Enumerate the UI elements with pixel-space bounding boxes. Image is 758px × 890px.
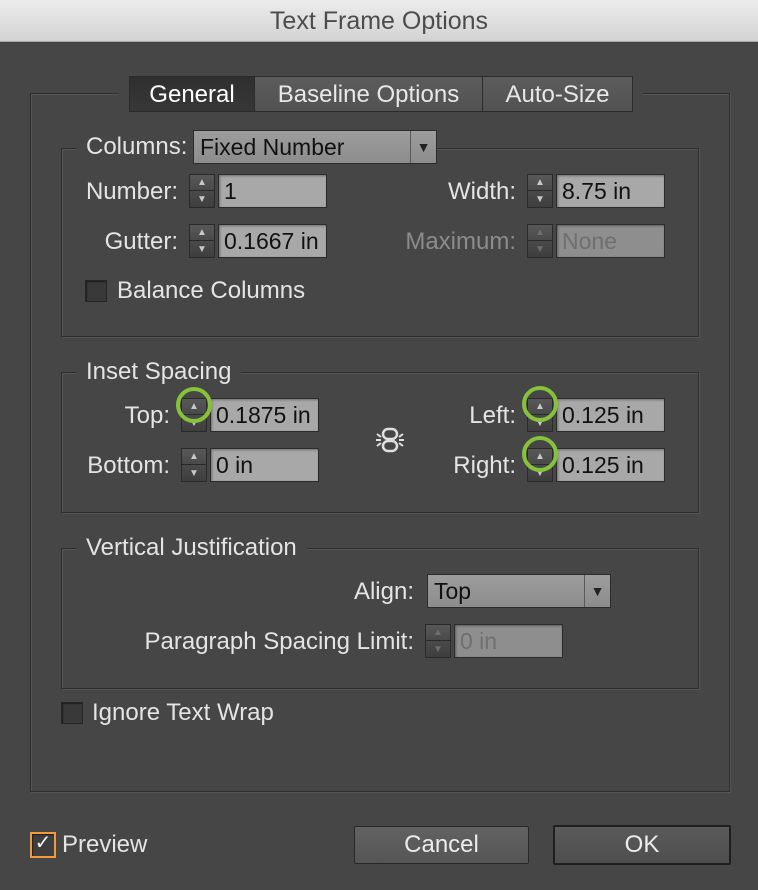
- up-arrow-icon[interactable]: ▲: [190, 225, 214, 241]
- down-arrow-icon[interactable]: ▼: [190, 191, 214, 207]
- width-label: Width:: [447, 178, 516, 205]
- number-label: Number:: [85, 178, 178, 205]
- right-label: Right:: [453, 452, 516, 479]
- chevron-down-icon: ▼: [410, 131, 436, 163]
- columns-legend: Columns:: [76, 132, 198, 162]
- down-arrow-icon: ▼: [426, 641, 450, 657]
- down-arrow-icon[interactable]: ▼: [190, 241, 214, 257]
- vertical-justification-legend: Vertical Justification: [76, 533, 307, 563]
- bottom-label: Bottom:: [87, 452, 170, 479]
- columns-mode-value: Fixed Number: [200, 134, 345, 160]
- preview-label[interactable]: Preview: [62, 830, 147, 860]
- number-stepper[interactable]: ▲ ▼: [189, 174, 215, 208]
- cancel-button[interactable]: Cancel: [354, 826, 529, 864]
- chevron-down-icon: ▼: [584, 575, 610, 607]
- top-input[interactable]: 0.1875 in: [210, 398, 319, 432]
- tab-bar: General Baseline Options Auto-Size: [129, 76, 633, 112]
- down-arrow-icon[interactable]: ▼: [528, 191, 552, 207]
- tab-auto-size[interactable]: Auto-Size: [483, 76, 633, 112]
- up-arrow-icon: ▲: [426, 625, 450, 641]
- down-arrow-icon[interactable]: ▼: [182, 465, 206, 481]
- up-arrow-icon[interactable]: ▲: [528, 175, 552, 191]
- left-input[interactable]: 0.125 in: [556, 398, 665, 432]
- highlight-ring: [522, 386, 558, 422]
- columns-mode-select[interactable]: Fixed Number ▼: [193, 130, 437, 164]
- up-arrow-icon[interactable]: ▲: [190, 175, 214, 191]
- ignore-text-wrap-label[interactable]: Ignore Text Wrap: [92, 698, 274, 728]
- paragraph-spacing-stepper: ▲ ▼: [425, 624, 451, 658]
- gutter-input[interactable]: 0.1667 in: [218, 224, 327, 258]
- gutter-stepper[interactable]: ▲ ▼: [189, 224, 215, 258]
- preview-checkbox[interactable]: ✓: [30, 832, 56, 858]
- up-arrow-icon[interactable]: ▲: [182, 449, 206, 465]
- gutter-label: Gutter:: [104, 228, 178, 255]
- right-input[interactable]: 0.125 in: [556, 448, 665, 482]
- maximum-label: Maximum:: [405, 228, 516, 255]
- ok-button[interactable]: OK: [553, 825, 731, 865]
- number-input[interactable]: 1: [218, 174, 327, 208]
- width-stepper[interactable]: ▲ ▼: [527, 174, 553, 208]
- align-select[interactable]: Top ▼: [427, 574, 611, 608]
- maximum-input: None: [556, 224, 665, 258]
- top-label: Top:: [124, 402, 170, 429]
- tab-general[interactable]: General: [129, 76, 255, 112]
- balance-columns-checkbox[interactable]: [85, 280, 107, 302]
- width-input[interactable]: 8.75 in: [556, 174, 665, 208]
- checkmark-icon: ✓: [34, 832, 52, 854]
- maximum-stepper: ▲ ▼: [527, 224, 553, 258]
- balance-columns-label[interactable]: Balance Columns: [117, 276, 305, 306]
- align-label: Align:: [353, 578, 414, 605]
- bottom-stepper[interactable]: ▲ ▼: [181, 448, 207, 482]
- tab-baseline-options[interactable]: Baseline Options: [255, 76, 483, 112]
- up-arrow-icon: ▲: [528, 225, 552, 241]
- inset-spacing-legend: Inset Spacing: [76, 357, 242, 387]
- paragraph-spacing-limit-label: Paragraph Spacing Limit:: [144, 628, 414, 655]
- paragraph-spacing-input: 0 in: [454, 624, 563, 658]
- highlight-ring: [176, 387, 212, 423]
- window-title: Text Frame Options: [0, 0, 758, 42]
- ignore-text-wrap-checkbox[interactable]: [61, 702, 83, 724]
- align-value: Top: [434, 578, 472, 604]
- bottom-input[interactable]: 0 in: [210, 448, 319, 482]
- highlight-ring: [522, 436, 558, 472]
- vertical-justification-group: [61, 548, 699, 689]
- down-arrow-icon: ▼: [528, 241, 552, 257]
- left-label: Left:: [469, 402, 516, 429]
